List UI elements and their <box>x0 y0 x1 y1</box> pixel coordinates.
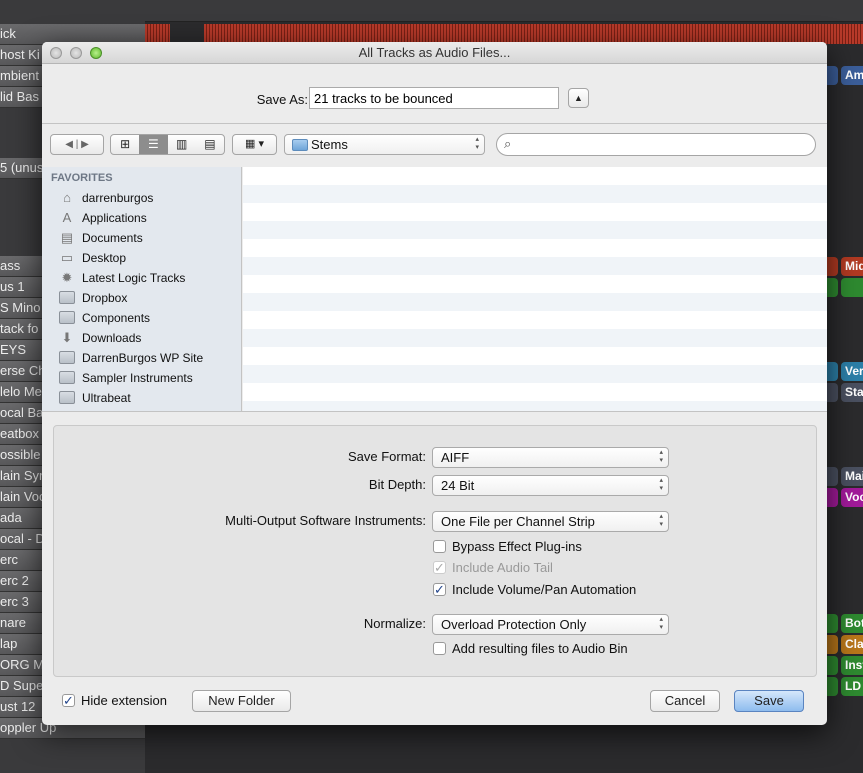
add-to-audio-bin-checkbox[interactable]: Add resulting files to Audio Bin <box>433 641 628 657</box>
dialog-title: All Tracks as Audio Files... <box>358 45 511 60</box>
bounce-options-panel: Save Format: AIFF Bit Depth: 24 Bit Mult… <box>53 425 817 677</box>
region[interactable]: Inst <box>841 656 863 675</box>
desktop-icon: ▭ <box>60 250 74 265</box>
region[interactable]: Am <box>841 66 863 85</box>
sidebar-item[interactable]: Sampler Instruments <box>59 368 193 388</box>
search-icon: ⌕ <box>504 136 512 151</box>
region[interactable]: Mai <box>841 467 863 486</box>
title-bar: All Tracks as Audio Files... <box>42 42 827 64</box>
sidebar-item[interactable]: Components <box>59 308 150 328</box>
region[interactable]: Ver <box>841 362 863 381</box>
home-icon: ⌂ <box>63 190 71 205</box>
hide-extension-checkbox[interactable]: ✓ Hide extension <box>62 693 167 709</box>
list-view-icon[interactable]: ☰ <box>139 135 168 154</box>
search-input[interactable] <box>521 136 801 153</box>
region[interactable] <box>841 278 863 297</box>
sidebar-item[interactable]: Ultrabeat <box>59 388 131 408</box>
bit-depth-label: Bit Depth: <box>368 477 426 492</box>
back-icon[interactable]: ◀ <box>65 139 73 150</box>
region-kick <box>145 24 170 44</box>
view-mode-buttons[interactable]: ⊞ ☰ ▥ ▤ <box>110 134 225 155</box>
folder-icon <box>59 311 75 324</box>
sidebar-item-label: darrenburgos <box>82 191 154 205</box>
minimize-button[interactable] <box>70 47 82 59</box>
close-button[interactable] <box>50 47 62 59</box>
favorites-heading: FAVORITES <box>51 172 113 184</box>
sidebar-item-label: Dropbox <box>82 291 128 305</box>
expand-collapse-button[interactable]: ▲ <box>568 88 589 108</box>
normalize-label: Normalize: <box>363 616 426 631</box>
icon-view-icon[interactable]: ⊞ <box>111 135 139 154</box>
sidebar-item[interactable]: ⬇ Downloads <box>59 328 142 348</box>
region[interactable]: Voc <box>841 488 863 507</box>
bounce-dialog: All Tracks as Audio Files... Save As: ▲ … <box>42 42 827 725</box>
sidebar-item[interactable]: DarrenBurgos WP Site <box>59 348 203 368</box>
region-kick <box>204 24 863 44</box>
sidebar-item-label: Documents <box>82 231 143 245</box>
bypass-effects-checkbox[interactable]: Bypass Effect Plug-ins <box>433 539 582 555</box>
applications-icon: A <box>62 210 72 225</box>
normalize-popup[interactable]: Overload Protection Only <box>432 614 669 635</box>
folder-icon <box>59 291 75 304</box>
sidebar-item-label: Components <box>82 311 151 325</box>
zoom-button[interactable] <box>90 47 102 59</box>
multi-output-popup[interactable]: One File per Channel Strip <box>432 511 669 532</box>
folder-icon <box>59 351 75 364</box>
region[interactable]: LD <box>841 677 863 696</box>
file-list[interactable] <box>243 167 827 411</box>
sidebar-item-label: Latest Logic Tracks <box>82 271 186 285</box>
gear-icon: ✹ <box>61 270 73 285</box>
save-as-label: Save As: <box>256 92 308 107</box>
save-format-popup[interactable]: AIFF <box>432 447 669 468</box>
folder-icon <box>59 391 75 404</box>
sidebar-item-label: Sampler Instruments <box>82 371 193 385</box>
sidebar-item[interactable]: ▭ Desktop <box>59 248 126 268</box>
save-format-label: Save Format: <box>347 449 426 464</box>
location-label: Stems <box>311 137 348 152</box>
region[interactable]: Sta <box>841 383 863 402</box>
sidebar-item-label: Ultrabeat <box>82 391 131 405</box>
sidebar-item-label: Applications <box>82 211 147 225</box>
arrange-icon: ▦ ▾ <box>245 138 264 150</box>
new-folder-button[interactable]: New Folder <box>192 690 291 712</box>
include-automation-checkbox[interactable]: ✓ Include Volume/Pan Automation <box>433 582 636 598</box>
save-button[interactable]: Save <box>734 690 804 712</box>
arrange-ruler <box>145 0 863 22</box>
folder-icon <box>292 139 308 151</box>
search-field[interactable]: ⌕ <box>496 133 816 156</box>
sidebar-item[interactable]: Dropbox <box>59 288 127 308</box>
coverflow-view-icon[interactable]: ▤ <box>196 135 224 154</box>
sidebar-item[interactable]: ✹ Latest Logic Tracks <box>59 268 186 288</box>
include-audio-tail-checkbox: ✓ Include Audio Tail <box>433 560 553 575</box>
sidebar-item-label: Downloads <box>82 331 142 345</box>
region[interactable]: Cla <box>841 635 863 654</box>
sidebar: FAVORITES ⌂ darrenburgos A Applications ▤ Doc… <box>42 167 242 411</box>
sidebar-item-label: Desktop <box>82 251 127 265</box>
sidebar-item[interactable]: ▤ Documents <box>59 228 143 248</box>
sidebar-item-label: DarrenBurgos WP Site <box>82 351 204 365</box>
location-popup[interactable]: Stems <box>284 134 485 155</box>
folder-icon <box>59 371 75 384</box>
region[interactable]: Bot <box>841 614 863 633</box>
multi-output-label: Multi-Output Software Instruments: <box>225 513 426 528</box>
forward-icon[interactable]: ▶ <box>81 139 89 150</box>
region[interactable]: Mid <box>841 257 863 276</box>
cancel-button[interactable]: Cancel <box>650 690 720 712</box>
bit-depth-popup[interactable]: 24 Bit <box>432 475 669 496</box>
sidebar-item[interactable]: ⌂ darrenburgos <box>59 188 153 208</box>
column-view-icon[interactable]: ▥ <box>168 135 196 154</box>
downloads-icon: ⬇ <box>61 330 73 345</box>
arrange-button[interactable]: ▦ ▾ <box>232 134 277 155</box>
save-as-input[interactable] <box>309 87 559 109</box>
documents-icon: ▤ <box>60 230 74 245</box>
back-forward-buttons[interactable]: ◀ | ▶ <box>50 134 104 155</box>
sidebar-item[interactable]: A Applications <box>59 208 147 228</box>
